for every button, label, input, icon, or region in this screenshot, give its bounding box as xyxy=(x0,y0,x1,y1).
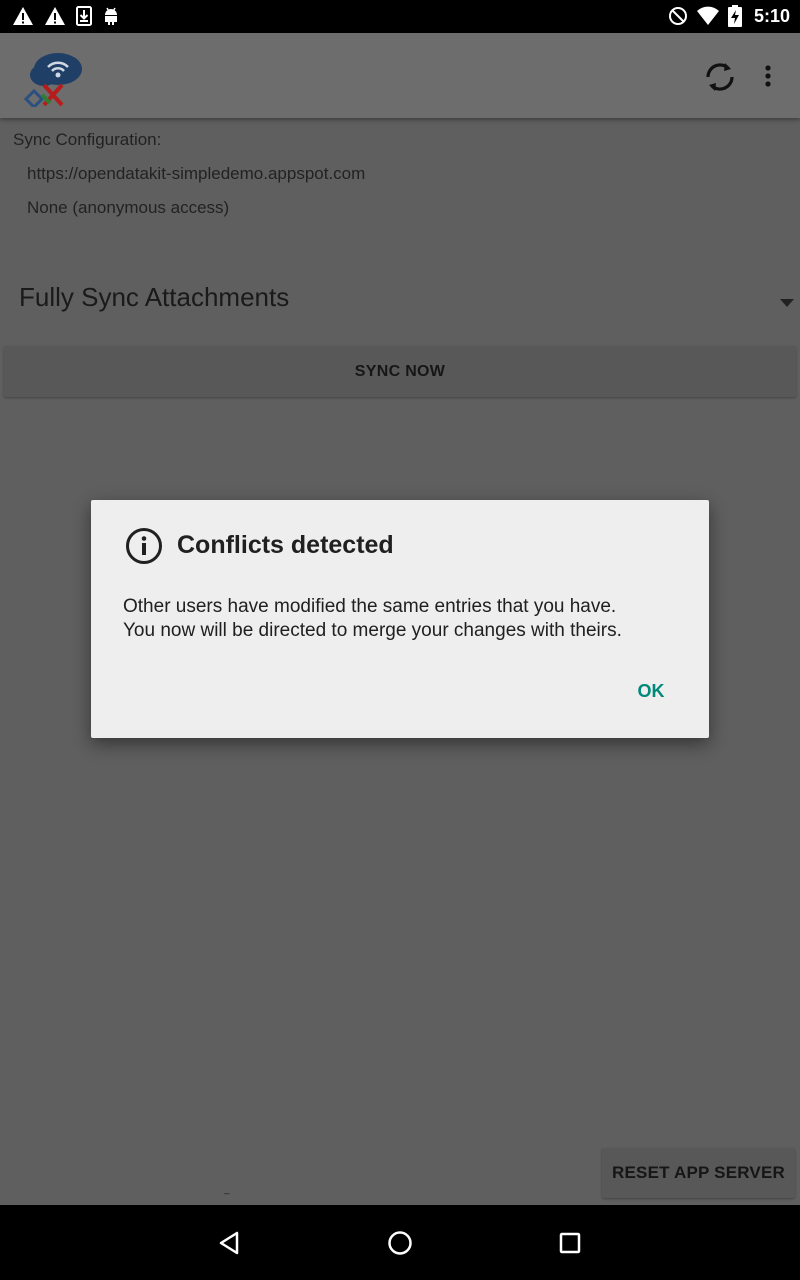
back-icon[interactable] xyxy=(216,1229,244,1262)
reset-app-server-button[interactable]: RESET APP SERVER xyxy=(602,1148,795,1198)
attachment-sync-spinner[interactable]: Fully Sync Attachments xyxy=(0,268,800,328)
sync-configuration-title: Sync Configuration: xyxy=(13,130,162,149)
spinner-selected-value: Fully Sync Attachments xyxy=(19,282,290,312)
do-not-disturb-icon xyxy=(668,6,688,26)
wifi-icon xyxy=(696,6,720,26)
ok-button[interactable]: OK xyxy=(621,670,681,712)
warning-icon xyxy=(44,6,66,26)
battery-charging-icon xyxy=(727,5,742,27)
android-icon xyxy=(102,6,120,26)
dropdown-arrow-icon xyxy=(780,294,794,312)
dialog-message: Other users have modified the same entri… xyxy=(123,595,693,643)
sync-button[interactable] xyxy=(700,57,740,97)
conflicts-dialog: Conflicts detected Other users have modi… xyxy=(91,500,709,738)
sync-icon xyxy=(706,63,734,91)
dialog-message-line: You now will be directed to merge your c… xyxy=(123,620,622,641)
status-bar: 5:10 xyxy=(0,0,800,33)
system-icons: 5:10 xyxy=(668,5,790,27)
tiny-mark: _ xyxy=(224,1184,230,1195)
info-icon xyxy=(125,527,163,570)
clock: 5:10 xyxy=(753,5,790,26)
recents-icon[interactable] xyxy=(557,1230,583,1261)
notification-icons xyxy=(12,6,120,26)
sync-now-button[interactable]: SYNC NOW xyxy=(4,346,796,397)
overflow-menu-icon xyxy=(765,65,771,87)
auth-type: None (anonymous access) xyxy=(27,198,230,217)
dialog-title: Conflicts detected xyxy=(177,531,394,559)
server-url: https://opendatakit-simpledemo.appspot.c… xyxy=(27,164,366,183)
home-icon[interactable] xyxy=(386,1229,414,1262)
odk-x-logo xyxy=(20,45,88,110)
download-icon xyxy=(76,6,92,26)
warning-icon xyxy=(12,6,34,26)
overflow-menu-button[interactable] xyxy=(752,57,784,97)
app-bar xyxy=(0,33,800,118)
navigation-bar xyxy=(0,1205,800,1280)
dialog-message-line: Other users have modified the same entri… xyxy=(123,596,617,617)
